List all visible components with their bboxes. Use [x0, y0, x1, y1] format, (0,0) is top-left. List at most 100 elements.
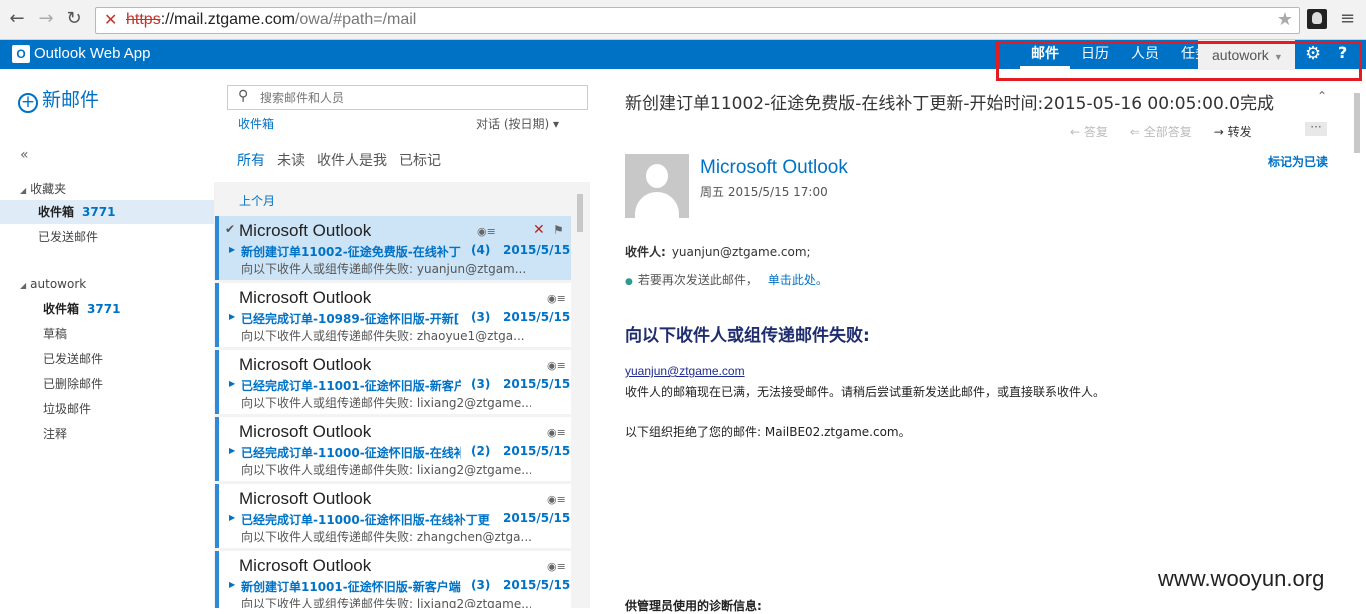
recipients-line: 收件人: yuanjun@ztgame.com;	[625, 243, 811, 260]
resend-link[interactable]: 单击此处。	[768, 273, 828, 287]
sort-dropdown[interactable]: 对话 (按日期) ▾	[476, 115, 559, 132]
message-actions: ← 答复 ⇐ 全部答复 → 转发	[1070, 123, 1252, 140]
group-header: 上个月	[239, 194, 276, 208]
favorites-header[interactable]: ◢ 收藏夹	[20, 180, 66, 197]
folder-sent[interactable]: 已发送邮件	[0, 347, 214, 371]
message-sender: Microsoft Outlook	[239, 556, 372, 575]
fav-inbox[interactable]: 收件箱 3771	[0, 200, 214, 224]
unread-count: 3771	[87, 302, 121, 316]
delete-icon[interactable]: ✕	[533, 222, 545, 238]
search-icon: ⚲	[238, 88, 249, 104]
triangle-icon: ◢	[20, 281, 27, 290]
expand-triangle-icon[interactable]: ▶	[229, 446, 235, 455]
message-sender: Microsoft Outlook	[239, 355, 372, 374]
collapse-pane-icon[interactable]: «	[20, 147, 29, 163]
message-item[interactable]: Microsoft Outlook ◉≡ ▶ 已经完成订单-11001-征途怀旧…	[215, 350, 571, 414]
account-header[interactable]: ◢ autowork	[20, 277, 86, 291]
expand-triangle-icon[interactable]: ▶	[229, 580, 235, 589]
reply-button[interactable]: ← 答复	[1070, 123, 1108, 140]
reply-all-button[interactable]: ⇐ 全部答复	[1130, 123, 1192, 140]
filter-flagged[interactable]: 已标记	[399, 150, 441, 170]
sender-name[interactable]: Microsoft Outlook	[700, 157, 848, 179]
url-protocol: https	[126, 11, 161, 28]
watermark: www.wooyun.org	[1158, 566, 1325, 591]
message-sender: Microsoft Outlook	[239, 288, 372, 307]
conversation-icon: ◉≡	[547, 426, 566, 439]
list-scrollbar[interactable]	[575, 182, 585, 608]
expand-triangle-icon[interactable]: ▶	[229, 245, 235, 254]
forward-icon[interactable]: →	[35, 8, 57, 30]
new-mail-button[interactable]: + 新邮件	[18, 85, 99, 113]
conversation-icon: ◉≡	[547, 560, 566, 573]
message-item[interactable]: ✔ Microsoft Outlook ◉≡ ✕ ⚑ ▶ 新创建订单11002-…	[215, 216, 571, 280]
scroll-thumb[interactable]	[577, 194, 583, 232]
reply-arrow-icon: ←	[1070, 125, 1084, 139]
fav-sent[interactable]: 已发送邮件	[0, 225, 214, 249]
expand-triangle-icon[interactable]: ▶	[229, 513, 235, 522]
message-count: (3)	[471, 310, 491, 324]
reply-all-label: 全部答复	[1143, 125, 1192, 139]
folder-junk[interactable]: 垃圾邮件	[0, 397, 214, 421]
expand-triangle-icon[interactable]: ▶	[229, 312, 235, 321]
search-input[interactable]	[260, 88, 580, 107]
favorites-label: 收藏夹	[30, 182, 67, 196]
message-item[interactable]: Microsoft Outlook ◉≡ ▶ 已经完成订单-11000-征途怀旧…	[215, 417, 571, 481]
message-subject: 已经完成订单-11000-征途怀旧版-在线补丁更!	[241, 513, 491, 527]
message-date: 2015/5/15	[503, 511, 571, 525]
folder-label: 注释	[43, 427, 68, 441]
mark-as-read-link[interactable]: 标记为已读	[1268, 153, 1328, 170]
to-value[interactable]: yuanjun@ztgame.com;	[672, 245, 811, 259]
reading-pane: 新创建订单11002-征途免费版-在线补丁更新-开始时间:2015-05-16 …	[600, 69, 1366, 613]
to-label: 收件人:	[625, 245, 666, 259]
body-text-3: 供管理员使用的诊断信息:	[625, 599, 762, 613]
message-sender: Microsoft Outlook	[239, 221, 372, 240]
account-label: autowork	[30, 277, 87, 291]
browser-menu-icon[interactable]: ≡	[1340, 8, 1355, 29]
back-icon[interactable]: ←	[6, 8, 28, 30]
message-date: 2015/5/15	[503, 444, 571, 458]
expand-triangle-icon[interactable]: ▶	[229, 379, 235, 388]
reading-scrollbar[interactable]	[1352, 93, 1362, 608]
sender-avatar	[625, 154, 689, 218]
url-path: /owa/#path=/mail	[294, 11, 417, 28]
info-dot-icon: ●	[625, 277, 633, 287]
flag-icon[interactable]: ⚑	[553, 223, 564, 237]
conversation-icon: ◉≡	[547, 359, 566, 372]
extension-icon[interactable]	[1307, 9, 1327, 29]
folder-inbox[interactable]: 收件箱 3771	[0, 297, 214, 321]
message-count: (2)	[471, 444, 491, 458]
reload-icon[interactable]: ↻	[63, 8, 85, 30]
message-item[interactable]: Microsoft Outlook ◉≡ ▶ 新创建订单11001-征途怀旧版-…	[215, 551, 571, 608]
message-item[interactable]: Microsoft Outlook ◉≡ ▶ 已经完成订单-10989-征途怀旧…	[215, 283, 571, 347]
scroll-thumb[interactable]	[1354, 93, 1360, 153]
triangle-icon: ◢	[20, 186, 27, 195]
folder-label: 收件箱	[43, 302, 80, 316]
filter-to-me[interactable]: 收件人是我	[317, 150, 387, 170]
sent-date: 周五 2015/5/15 17:00	[700, 185, 828, 199]
message-subject: 已经完成订单-10989-征途怀旧版-开新[	[241, 312, 460, 326]
app-title: Outlook Web App	[34, 45, 151, 62]
filter-unread[interactable]: 未读	[277, 150, 305, 170]
address-bar[interactable]: ✕ https://mail.ztgame.com/owa/#path=/mai…	[95, 7, 1300, 34]
body-heading: 向以下收件人或组传递邮件失败:	[625, 326, 870, 346]
collapse-up-icon[interactable]: ⌃	[1317, 89, 1327, 103]
folder-notes[interactable]: 注释	[0, 422, 214, 446]
search-box[interactable]: ⚲	[227, 85, 588, 110]
forward-arrow-icon: →	[1213, 125, 1228, 139]
forward-button[interactable]: → 转发	[1214, 123, 1252, 140]
failed-recipient-link[interactable]: yuanjun@ztgame.com	[625, 364, 745, 378]
bookmark-star-icon[interactable]: ★	[1277, 9, 1293, 30]
message-preview: 向以下收件人或组传递邮件失败: yuanjun@ztgam...	[241, 262, 527, 276]
message-item[interactable]: Microsoft Outlook ◉≡ ▶ 已经完成订单-11000-征途怀旧…	[215, 484, 571, 548]
message-date: 2015/5/15	[503, 310, 571, 324]
more-actions-button[interactable]: ···	[1305, 121, 1327, 136]
message-preview: 向以下收件人或组传递邮件失败: zhangchen@ztga...	[241, 530, 531, 544]
folder-drafts[interactable]: 草稿	[0, 322, 214, 346]
filter-all[interactable]: 所有	[237, 150, 265, 170]
folder-label: 已发送邮件	[38, 230, 99, 244]
message-count: (3)	[471, 377, 491, 391]
folder-deleted[interactable]: 已删除邮件	[0, 372, 214, 396]
insecure-lock-icon: ✕	[104, 10, 118, 29]
check-icon[interactable]: ✔	[225, 222, 235, 236]
avatar-head	[646, 164, 668, 188]
